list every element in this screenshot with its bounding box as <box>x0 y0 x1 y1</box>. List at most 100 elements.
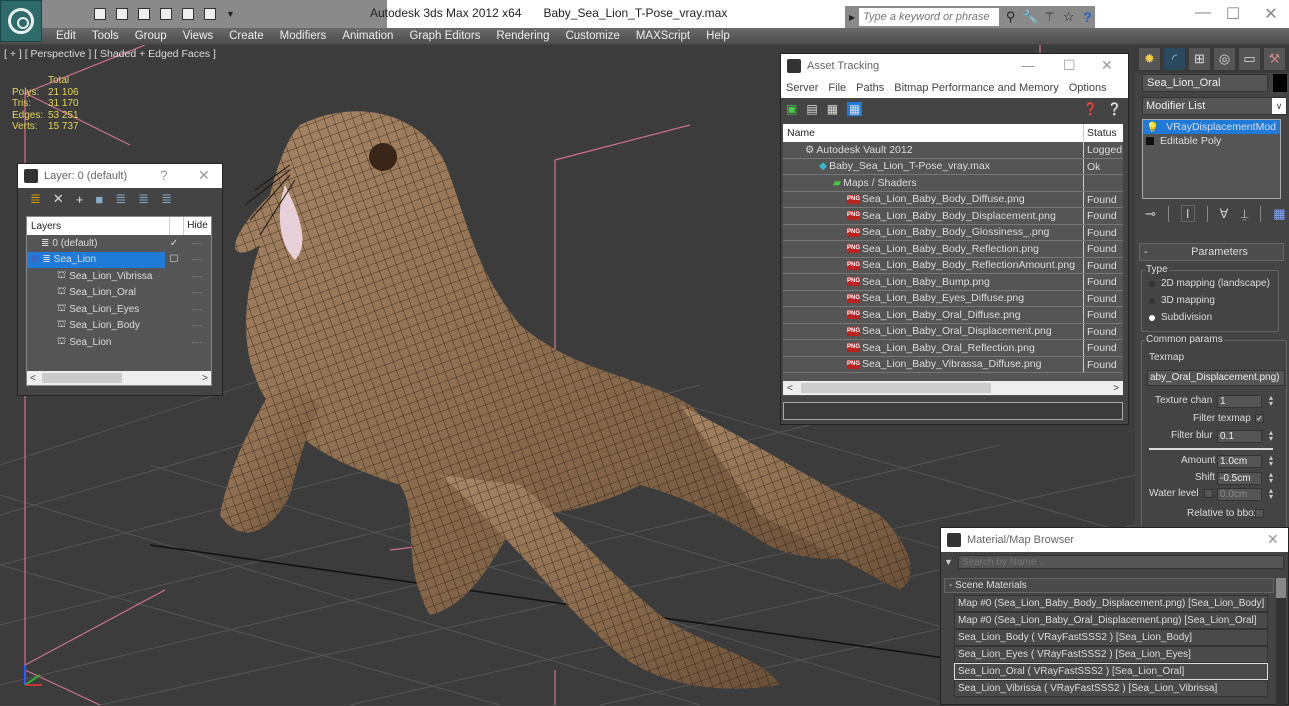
menu-animation[interactable]: Animation <box>334 28 401 44</box>
menu-views[interactable]: Views <box>175 28 221 44</box>
scrollbar-thumb[interactable] <box>42 373 122 383</box>
close-button[interactable]: ✕ <box>1267 531 1279 548</box>
delete-layer-icon[interactable]: ✕ <box>53 191 64 207</box>
layer-row[interactable]: ⛫ Sea_Lion_Eyes ---- <box>27 301 211 318</box>
filter-blur-field[interactable]: 0.1 <box>1217 430 1262 443</box>
menu-help[interactable]: Help <box>698 28 738 44</box>
scroll-right-icon[interactable]: > <box>1113 383 1119 394</box>
asset-row[interactable]: PNG Sea_Lion_Baby_Eyes_Diffuse.png Found <box>783 290 1123 307</box>
save-icon[interactable] <box>116 8 128 20</box>
help-icon[interactable]: ? <box>1080 9 1095 25</box>
asset-row[interactable]: ▰ Maps / Shaders <box>783 175 1123 192</box>
menu-graph-editors[interactable]: Graph Editors <box>401 28 488 44</box>
layer-row[interactable]: ⛫ Sea_Lion_Body ---- <box>27 318 211 335</box>
scrollbar-thumb[interactable] <box>1276 578 1286 598</box>
scroll-right-icon[interactable]: > <box>202 373 208 384</box>
scroll-left-icon[interactable]: < <box>787 383 793 394</box>
table-view-icon[interactable]: ▦ <box>847 102 863 116</box>
hide-unhide-icon[interactable]: ≣ <box>161 191 172 207</box>
current-layer-check[interactable]: ✓ <box>165 238 183 249</box>
menu-customize[interactable]: Customize <box>557 28 627 44</box>
scroll-left-icon[interactable]: < <box>30 373 36 384</box>
col-hide[interactable]: Hide <box>183 217 211 235</box>
expand-arrow-icon[interactable]: ▶ <box>849 13 855 22</box>
asset-row[interactable]: PNG Sea_Lion_Baby_Oral_Displacement.png Fo… <box>783 323 1123 340</box>
hide-toggle[interactable]: ---- <box>183 288 211 297</box>
utilities-tab-icon[interactable]: ⚒ <box>1264 48 1285 70</box>
binoculars-icon[interactable]: ⚲ <box>1003 9 1018 25</box>
minimize-button[interactable]: — <box>1021 57 1035 73</box>
close-button[interactable]: ✕ <box>1256 4 1286 24</box>
select-objects-icon[interactable]: ■ <box>95 192 103 207</box>
asset-row[interactable]: PNG Sea_Lion_Baby_Oral_Reflection.png Foun… <box>783 340 1123 357</box>
set-current-layer-icon[interactable]: ≣ <box>138 191 149 207</box>
collapse-icon[interactable]: ⊟ <box>31 254 39 265</box>
amount-field[interactable]: 1.0cm <box>1217 455 1262 468</box>
radio-2d-mapping[interactable]: 2D mapping (landscape) <box>1149 278 1270 289</box>
material-item[interactable]: Sea_Lion_Body ( VRayFastSSS2 ) [Sea_Lion… <box>954 629 1268 646</box>
menu-create[interactable]: Create <box>221 28 272 44</box>
menu-group[interactable]: Group <box>127 28 175 44</box>
menu-server[interactable]: Server <box>781 82 823 94</box>
asset-tracking-titlebar[interactable]: Asset Tracking — ☐ ✕ <box>781 54 1128 78</box>
layer-row[interactable]: ≣ 0 (default) ✓ ---- <box>27 235 211 252</box>
layer-row[interactable]: ⛫ Sea_Lion_Oral ---- <box>27 285 211 302</box>
hide-toggle[interactable]: ---- <box>183 321 211 330</box>
stack-item[interactable]: Editable Poly <box>1143 134 1280 148</box>
menu-edit[interactable]: Edit <box>48 28 84 44</box>
scene-materials-group[interactable]: - Scene Materials <box>944 578 1274 593</box>
shift-field[interactable]: -0.5cm <box>1217 472 1262 485</box>
filter-texmap-checkbox[interactable]: ✓ <box>1255 414 1264 423</box>
undo-icon[interactable] <box>138 8 150 20</box>
create-tab-icon[interactable]: ✹ <box>1139 48 1160 70</box>
radio-3d-mapping[interactable]: 3D mapping <box>1149 295 1215 306</box>
asset-row[interactable]: PNG Sea_Lion_Baby_Body_Reflection.png Foun… <box>783 241 1123 258</box>
minimize-button[interactable]: — <box>1188 4 1218 22</box>
hold-icon[interactable] <box>182 8 194 20</box>
menu-tools[interactable]: Tools <box>84 28 127 44</box>
hide-toggle[interactable]: ---- <box>183 338 211 347</box>
pin-stack-icon[interactable]: ⊸ <box>1145 206 1156 222</box>
create-layer-icon[interactable]: ≣ <box>30 191 41 207</box>
spinner-icon[interactable]: ▴ ▾ <box>1267 471 1275 485</box>
layer-horizontal-scrollbar[interactable]: < > <box>27 371 211 385</box>
object-color-swatch[interactable] <box>1273 74 1287 92</box>
menu-options[interactable]: Options <box>1064 82 1112 94</box>
asset-row[interactable]: PNG Sea_Lion_Baby_Body_Diffuse.png Found <box>783 191 1123 208</box>
lightbulb-icon[interactable]: 💡 <box>1146 121 1159 134</box>
asset-horizontal-scrollbar[interactable]: < > <box>783 381 1123 395</box>
material-search-input[interactable] <box>957 555 1284 569</box>
menu-file[interactable]: File <box>823 82 851 94</box>
material-vertical-scrollbar[interactable] <box>1276 578 1286 706</box>
options-dropdown-icon[interactable]: ▼ <box>944 557 953 567</box>
motion-tab-icon[interactable]: ◎ <box>1214 48 1235 70</box>
spinner-icon[interactable]: ▴ ▾ <box>1267 429 1275 443</box>
col-layers[interactable]: Layers <box>27 221 169 232</box>
asset-path-field[interactable] <box>783 402 1123 420</box>
material-item[interactable]: Sea_Lion_Eyes ( VRayFastSSS2 ) [Sea_Lion… <box>954 646 1268 663</box>
material-browser-titlebar[interactable]: Material/Map Browser ✕ <box>941 528 1288 552</box>
configure-sets-icon[interactable]: ▦ <box>1273 206 1285 222</box>
asset-row[interactable]: PNG Sea_Lion_Baby_Body_ReflectionAmount.p… <box>783 257 1123 274</box>
menu-paths[interactable]: Paths <box>851 82 889 94</box>
layer-row[interactable]: ⛫ Sea_Lion ---- <box>27 334 211 351</box>
scrollbar-thumb[interactable] <box>801 383 991 393</box>
add-to-layer-icon[interactable]: + <box>76 192 84 207</box>
close-button[interactable]: ✕ <box>1101 57 1113 74</box>
display-tab-icon[interactable]: ▭ <box>1239 48 1260 70</box>
thumbnail-view-icon[interactable]: ▦ <box>827 102 838 116</box>
asset-row[interactable]: PNG Sea_Lion_Baby_Bump.png Found <box>783 274 1123 291</box>
parameters-rollout[interactable]: - Parameters <box>1139 243 1284 261</box>
layer-dialog-titlebar[interactable]: Layer: 0 (default) ? ✕ <box>18 164 222 188</box>
material-item[interactable]: Sea_Lion_Vibrissa ( VRayFastSSS2 ) [Sea_… <box>954 680 1268 697</box>
app-menu-button[interactable] <box>0 0 42 42</box>
refresh-icon[interactable]: ▣ <box>786 102 797 116</box>
spinner-icon[interactable]: ▴ ▾ <box>1267 394 1275 408</box>
object-name-field[interactable]: Sea_Lion_Oral <box>1142 74 1268 92</box>
context-help-icon[interactable]: ❔ <box>1107 102 1122 116</box>
modify-tab-icon[interactable]: ◜ <box>1164 48 1185 70</box>
col-status[interactable]: Status <box>1083 124 1123 142</box>
water-level-field[interactable]: 0.0cm <box>1217 488 1262 501</box>
menu-bitmap-performance[interactable]: Bitmap Performance and Memory <box>889 82 1063 94</box>
layer-row[interactable]: ⛫ Sea_Lion_Vibrissa ---- <box>27 268 211 285</box>
